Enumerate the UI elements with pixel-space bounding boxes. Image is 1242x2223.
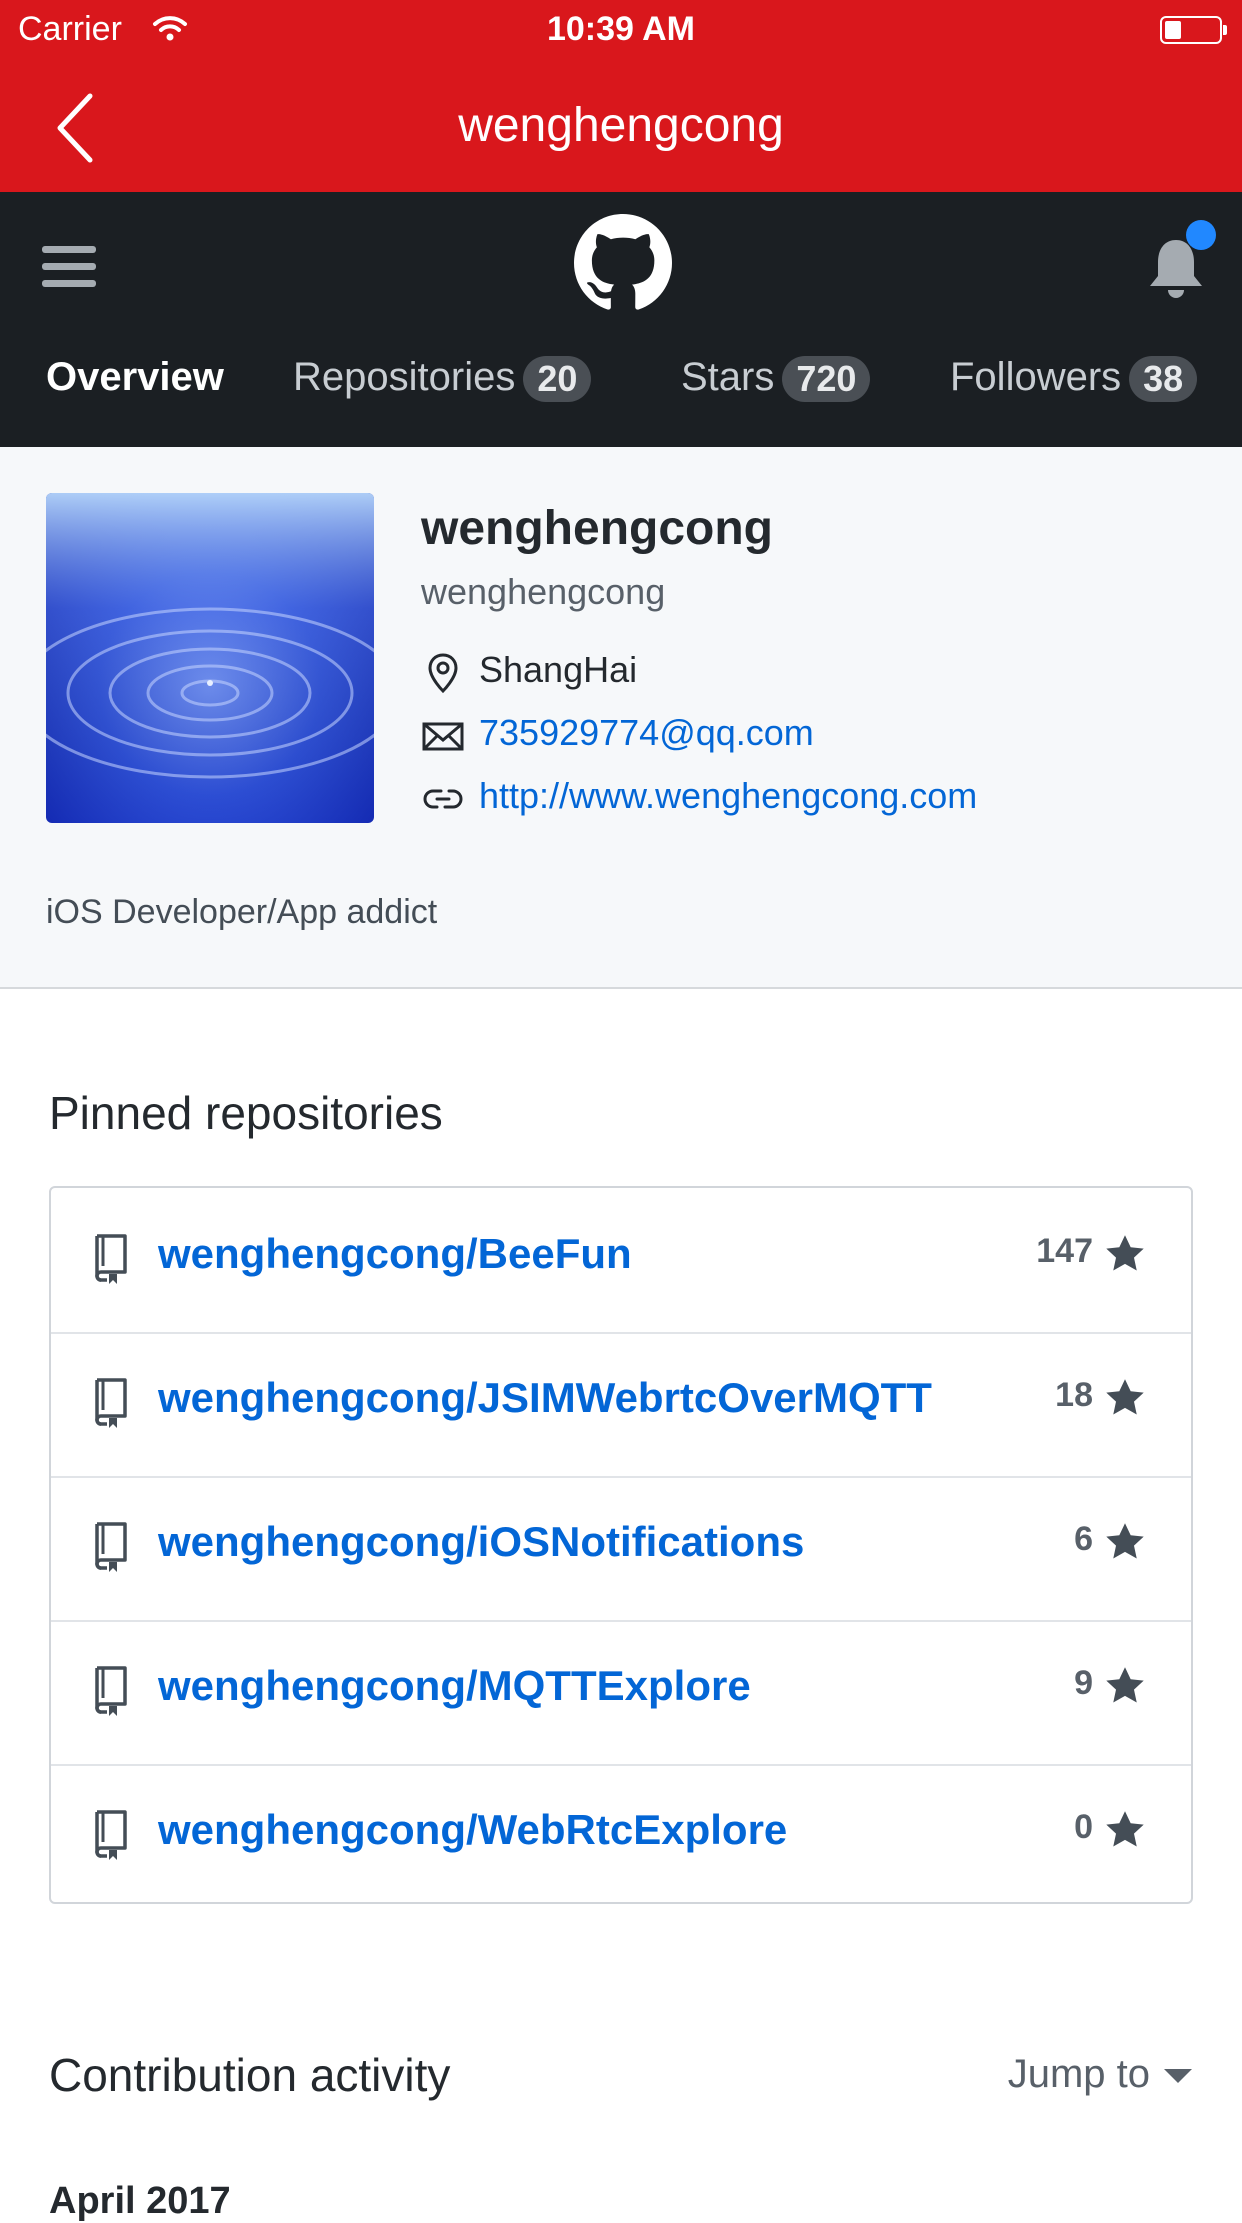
tab-repositories[interactable]: Repositories 20 (293, 355, 592, 403)
tab-overview[interactable]: Overview (46, 355, 224, 400)
link-icon (423, 789, 463, 809)
pinned-section-title: Pinned repositories (49, 1087, 443, 1139)
status-time: 10:39 AM (546, 10, 696, 48)
contribution-section-title: Contribution activity (49, 2049, 451, 2101)
tab-repositories-label: Repositories (293, 355, 516, 399)
mail-icon (422, 722, 464, 751)
repo-star-count: 0 (1074, 1808, 1093, 1846)
github-header: Overview Repositories 20 Stars 720 Followe… (0, 192, 1242, 447)
repo-book-icon (91, 1664, 131, 1716)
pinned-repos-list: wenghengcong/BeeFun 147 wenghengcong/JSIMW… (49, 1186, 1193, 1904)
repo-book-icon (91, 1520, 131, 1572)
star-icon (1103, 1376, 1147, 1420)
star-icon (1103, 1520, 1147, 1564)
location-text: ShangHai (479, 649, 638, 690)
caret-down-icon (1164, 2069, 1192, 2084)
email-link[interactable]: 735929774@qq.com (479, 712, 814, 754)
repo-star-count: 9 (1074, 1664, 1093, 1702)
navigation-bar: wenghengcong (0, 62, 1242, 192)
repo-name-link[interactable]: wenghengcong/JSIMWebrtcOverMQTT (158, 1374, 932, 1422)
notification-dot (1186, 220, 1216, 250)
star-icon (1103, 1664, 1147, 1708)
tab-overview-label: Overview (46, 355, 224, 399)
repo-star-count: 6 (1074, 1520, 1093, 1558)
github-octocat-icon[interactable] (574, 214, 672, 312)
repo-name-link[interactable]: wenghengcong/BeeFun (158, 1230, 632, 1278)
hamburger-menu-icon[interactable] (40, 242, 98, 292)
pinned-repo-row[interactable]: wenghengcong/iOSNotifications 6 (51, 1476, 1191, 1622)
battery-icon (1160, 16, 1227, 44)
jump-to-label: Jump to (1007, 2052, 1150, 2096)
repo-book-icon (91, 1376, 131, 1428)
repo-name-link[interactable]: wenghengcong/MQTTExplore (158, 1662, 751, 1710)
tab-stars[interactable]: Stars 720 (681, 355, 871, 403)
repositories-count-badge: 20 (523, 356, 592, 403)
repo-star-count: 18 (1055, 1376, 1093, 1414)
pinned-repo-row[interactable]: wenghengcong/MQTTExplore 9 (51, 1620, 1191, 1766)
repo-name-link[interactable]: wenghengcong/WebRtcExplore (158, 1806, 787, 1854)
repo-star-count: 147 (1036, 1232, 1093, 1270)
star-icon (1103, 1232, 1147, 1276)
website-link[interactable]: http://www.wenghengcong.com (479, 775, 977, 817)
pinned-repo-row[interactable]: wenghengcong/BeeFun 147 (51, 1188, 1191, 1334)
tab-stars-label: Stars (681, 355, 775, 399)
nav-title: wenghengcong (458, 99, 784, 152)
status-bar: Carrier 10:39 AM (0, 0, 1242, 62)
tab-followers-label: Followers (950, 355, 1122, 399)
profile-tabs: Overview Repositories 20 Stars 720 Followe… (0, 355, 1242, 415)
profile-card: wenghengcong wenghengcong ShangHai 73592… (0, 447, 1242, 989)
jump-to-dropdown[interactable]: Jump to (1008, 2052, 1192, 2097)
avatar[interactable] (46, 493, 374, 823)
followers-count-badge: 38 (1129, 356, 1198, 403)
profile-login: wenghengcong (421, 571, 666, 612)
profile-name: wenghengcong (421, 502, 773, 555)
tab-followers[interactable]: Followers 38 (950, 355, 1198, 403)
star-icon (1103, 1808, 1147, 1852)
repo-name-link[interactable]: wenghengcong/iOSNotifications (158, 1518, 804, 1566)
repo-book-icon (91, 1232, 131, 1284)
location-pin-icon (428, 653, 458, 694)
repo-book-icon (91, 1808, 131, 1860)
pinned-repo-row[interactable]: wenghengcong/WebRtcExplore 0 (51, 1764, 1191, 1908)
stars-count-badge: 720 (782, 356, 871, 403)
activity-month: April 2017 (49, 2180, 231, 2222)
pinned-repo-row[interactable]: wenghengcong/JSIMWebrtcOverMQTT 18 (51, 1332, 1191, 1478)
profile-bio: iOS Developer/App addict (46, 893, 438, 931)
